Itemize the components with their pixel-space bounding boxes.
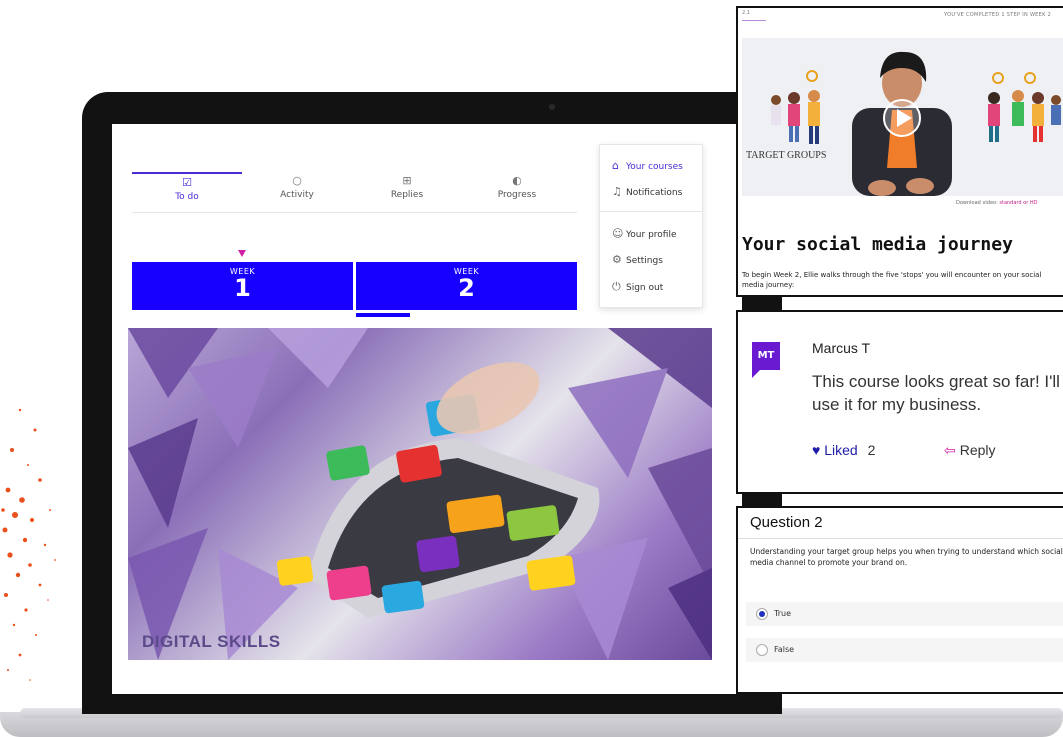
answer-option-true[interactable]: True bbox=[746, 602, 1063, 626]
tabs-divider bbox=[132, 212, 577, 213]
like-button[interactable]: ♥ Liked 2 bbox=[812, 442, 875, 458]
progress-icon: ◐ bbox=[512, 174, 522, 187]
menu-label: Your courses bbox=[626, 162, 683, 172]
comment-text: This course looks great so far! I'll use… bbox=[812, 372, 1060, 414]
reply-label: Reply bbox=[959, 442, 996, 458]
tab-label: Activity bbox=[280, 190, 314, 200]
account-menu: ⌂ Your courses ♫ Notifications ☺ Your profi… bbox=[599, 144, 703, 308]
question-divider bbox=[738, 538, 1063, 539]
menu-your-courses[interactable]: ⌂ Your courses bbox=[612, 159, 683, 172]
download-prefix: Download video: bbox=[956, 200, 1000, 206]
gear-icon: ⚙ bbox=[612, 253, 622, 266]
video-caption: TARGET GROUPS bbox=[746, 150, 827, 161]
menu-settings[interactable]: ⚙ Settings bbox=[612, 253, 663, 266]
circle-icon: ○ bbox=[292, 174, 302, 187]
radio-unselected[interactable] bbox=[756, 644, 768, 656]
reply-button[interactable]: ⇦ Reply bbox=[944, 442, 996, 459]
question-title: Question 2 bbox=[750, 514, 823, 531]
selected-week-indicator bbox=[356, 313, 410, 317]
hero-illustration bbox=[128, 328, 712, 660]
heart-icon: ♥ bbox=[812, 442, 821, 458]
comment-author[interactable]: Marcus T bbox=[812, 340, 870, 356]
radio-selected[interactable] bbox=[756, 608, 768, 620]
step-title: Your social media journey bbox=[742, 234, 1013, 255]
menu-divider bbox=[600, 211, 702, 212]
liked-label: Liked bbox=[824, 442, 858, 458]
course-tabs: ☑ To do ○ Activity ⊞ Replies ◐ Progress bbox=[132, 172, 577, 212]
reply-box-icon: ⊞ bbox=[402, 174, 412, 187]
week-1-button[interactable]: WEEK 1 bbox=[132, 262, 353, 310]
menu-notifications[interactable]: ♫ Notifications bbox=[612, 185, 682, 198]
tab-label: Replies bbox=[390, 190, 424, 200]
tab-activity[interactable]: ○ Activity bbox=[242, 172, 352, 212]
option-label: False bbox=[774, 645, 795, 654]
option-label: True bbox=[774, 609, 791, 618]
tab-replies[interactable]: ⊞ Replies bbox=[352, 172, 462, 212]
laptop-camera bbox=[549, 104, 555, 110]
avatar: MT bbox=[752, 342, 780, 370]
step-underline bbox=[742, 20, 766, 21]
download-links[interactable]: standard or HD bbox=[999, 200, 1037, 206]
week-number: 2 bbox=[458, 274, 475, 302]
progress-text: YOU'VE COMPLETED 1 STEP IN WEEK 2 bbox=[944, 12, 1052, 18]
video-step-card: 2.1 YOU'VE COMPLETED 1 STEP IN WEEK 2 TA… bbox=[736, 6, 1063, 297]
step-number: 2.1 bbox=[742, 10, 750, 16]
question-text: Understanding your target group helps yo… bbox=[750, 547, 1063, 567]
avatar-tail bbox=[752, 370, 760, 378]
course-title: DIGITAL SKILLS bbox=[142, 632, 281, 651]
course-hero-image: DIGITAL SKILLS bbox=[128, 328, 712, 660]
week-2-button[interactable]: WEEK 2 bbox=[356, 262, 577, 310]
comment-card: MT Marcus T This course looks great so f… bbox=[736, 310, 1063, 494]
tab-progress[interactable]: ◐ Progress bbox=[462, 172, 572, 212]
menu-label: Your profile bbox=[626, 230, 677, 240]
like-count: 2 bbox=[867, 442, 876, 458]
answer-option-false[interactable]: False bbox=[746, 638, 1063, 662]
orange-spray-decoration bbox=[1, 408, 56, 681]
power-icon: ⏻ bbox=[612, 280, 621, 293]
menu-your-profile[interactable]: ☺ Your profile bbox=[612, 227, 677, 240]
download-video-text: Download video: standard or HD bbox=[956, 200, 1037, 206]
menu-label: Notifications bbox=[626, 188, 683, 198]
question-card: Question 2 Understanding your target gro… bbox=[736, 506, 1063, 694]
laptop-screen: ☑ To do ○ Activity ⊞ Replies ◐ Progress … bbox=[112, 124, 742, 694]
video-player[interactable]: TARGET GROUPS bbox=[742, 38, 1063, 196]
tab-label: To do bbox=[175, 192, 199, 202]
week-number: 1 bbox=[234, 274, 251, 302]
home-icon: ⌂ bbox=[612, 159, 619, 172]
step-description: To begin Week 2, Ellie walks through the… bbox=[742, 271, 1042, 289]
bell-icon: ♫ bbox=[612, 185, 622, 198]
tab-to-do[interactable]: ☑ To do bbox=[132, 172, 242, 214]
person-icon: ☺ bbox=[612, 227, 624, 240]
reply-arrow-icon: ⇦ bbox=[944, 442, 956, 458]
video-thumbnail bbox=[742, 38, 1063, 196]
menu-label: Sign out bbox=[626, 283, 664, 293]
tab-label: Progress bbox=[497, 190, 537, 200]
current-week-marker bbox=[238, 250, 246, 257]
menu-label: Settings bbox=[626, 256, 663, 266]
menu-sign-out[interactable]: ⏻ Sign out bbox=[612, 280, 663, 294]
checkbox-icon: ☑ bbox=[182, 176, 192, 189]
